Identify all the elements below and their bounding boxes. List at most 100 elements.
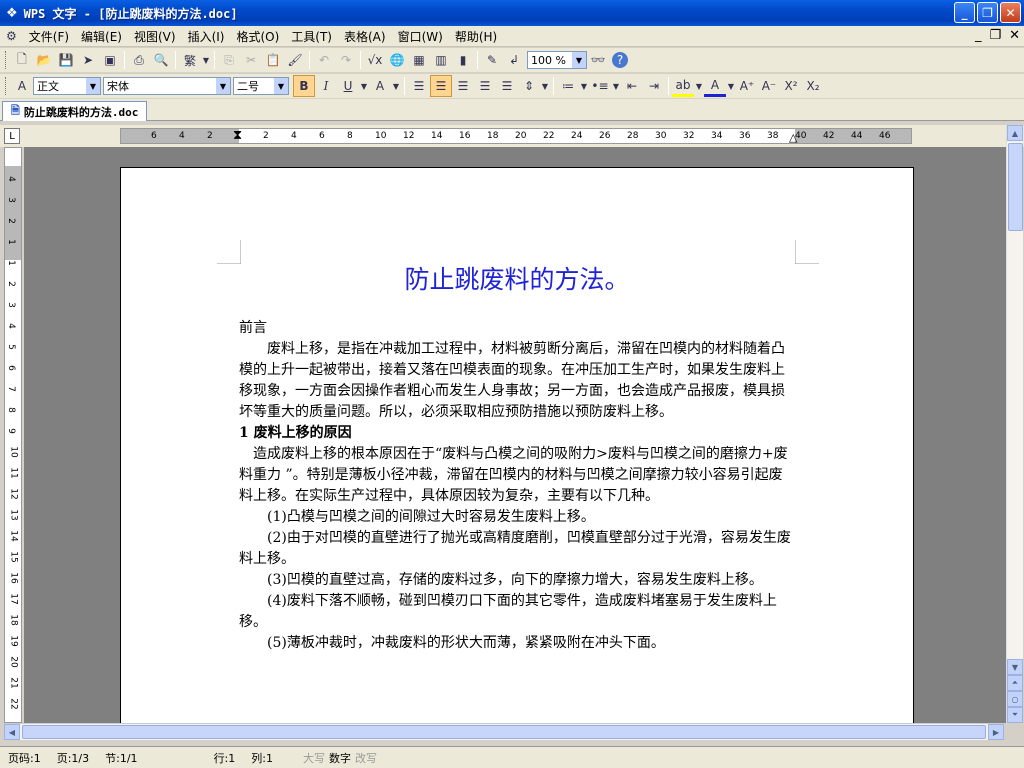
subscript-icon[interactable]: X₂ xyxy=(802,75,824,97)
chevron-down-icon[interactable]: ▼ xyxy=(726,75,736,97)
grow-font-icon[interactable]: A⁺ xyxy=(736,75,758,97)
chart-icon[interactable]: ▮ xyxy=(452,49,474,71)
drawing-icon[interactable]: ✎ xyxy=(481,49,503,71)
distributed-icon[interactable]: ☰ xyxy=(496,75,518,97)
underline-button[interactable]: U xyxy=(337,75,359,97)
chevron-down-icon[interactable]: ▼ xyxy=(201,49,211,71)
ruler-tick-label: 19 xyxy=(8,635,19,647)
chevron-down-icon[interactable]: ▼ xyxy=(540,75,550,97)
scroll-right-icon[interactable]: ▶ xyxy=(988,724,1004,740)
font-select[interactable]: 宋体 ▼ xyxy=(103,77,231,95)
chevron-down-icon[interactable]: ▼ xyxy=(611,75,621,97)
doc-menu-icon[interactable]: ⚙ xyxy=(0,29,23,43)
select-browse-object-icon[interactable]: ○ xyxy=(1007,691,1023,707)
section-paragraph: 造成废料上移的根本原因在于“废料与凸模之间的吸附力>废料与凹模之间的磨擦力+废料… xyxy=(239,446,788,504)
doc-close-button[interactable]: ✕ xyxy=(1009,28,1020,43)
align-left-icon[interactable]: ☰ xyxy=(408,75,430,97)
bold-button[interactable]: B xyxy=(293,75,315,97)
table-icon[interactable]: ▦ xyxy=(408,49,430,71)
bullets-icon[interactable]: •≡ xyxy=(589,75,611,97)
new-icon[interactable]: 🗋 xyxy=(11,49,33,71)
font-size-select[interactable]: 二号 ▼ xyxy=(233,77,289,95)
horizontal-scroll-thumb[interactable] xyxy=(22,725,986,739)
ruler-tick-label: 3 xyxy=(5,197,16,203)
scroll-left-icon[interactable]: ◀ xyxy=(4,724,20,740)
increase-indent-icon[interactable]: ⇥ xyxy=(643,75,665,97)
char-effects-icon[interactable]: A xyxy=(369,75,391,97)
highlight-icon[interactable]: ab xyxy=(672,75,694,97)
document-body[interactable]: 防止跳废料的方法。 前言 废料上移，是指在冲裁加工过程中，材料被剪断分离后，滞留… xyxy=(239,260,795,654)
font-color-icon[interactable]: A xyxy=(704,75,726,97)
menu-tools[interactable]: 工具(T) xyxy=(285,28,338,45)
find-icon[interactable]: 👓 xyxy=(587,49,609,71)
margin-mark-top-left xyxy=(217,240,241,264)
chevron-down-icon[interactable]: ▼ xyxy=(694,75,704,97)
zoom-select[interactable]: 100 % ▼ xyxy=(527,51,587,69)
copy-icon[interactable]: ⎘ xyxy=(218,49,240,71)
pdf-icon[interactable]: ▣ xyxy=(99,49,121,71)
align-center-icon[interactable]: ☰ xyxy=(430,75,452,97)
doc-restore-button[interactable]: ❐ xyxy=(989,28,1001,43)
numbering-icon[interactable]: ≔ xyxy=(557,75,579,97)
prev-page-icon[interactable]: ⏶ xyxy=(1007,675,1023,691)
save-icon[interactable]: 💾 xyxy=(55,49,77,71)
redo-icon[interactable]: ↷ xyxy=(335,49,357,71)
print-preview-icon[interactable]: 🔍 xyxy=(150,49,172,71)
horizontal-ruler[interactable]: 6 4 2 2 4 6 8 10 12 14 16 18 20 22 24 26 28 30 32 34 36 38 40 4… xyxy=(120,128,912,144)
cut-icon[interactable]: ✂ xyxy=(240,49,262,71)
justify-icon[interactable]: ☰ xyxy=(474,75,496,97)
help-icon[interactable]: ? xyxy=(612,52,628,68)
align-right-icon[interactable]: ☰ xyxy=(452,75,474,97)
menu-insert[interactable]: 插入(I) xyxy=(182,28,231,45)
menu-window[interactable]: 窗口(W) xyxy=(392,28,449,45)
menu-format[interactable]: 格式(O) xyxy=(230,28,285,45)
formatting-toolbar: A 正文 ▼ 宋体 ▼ 二号 ▼ B I U ▼ A ▼ ☰ ☰ ☰ ☰ ☰ ⇕… xyxy=(0,74,1024,99)
preface-paragraph: 废料上移，是指在冲裁加工过程中，材料被剪断分离后，滞留在凹模内的材料随着凸模的上… xyxy=(239,341,785,420)
chevron-down-icon[interactable]: ▼ xyxy=(391,75,401,97)
ruler-tick-label: 15 xyxy=(8,551,19,563)
document-tab[interactable]: 🗎 防止跳废料的方法.doc xyxy=(2,101,148,121)
chevron-down-icon[interactable]: ▼ xyxy=(359,75,369,97)
vertical-scroll-thumb[interactable] xyxy=(1008,143,1023,231)
scroll-up-icon[interactable]: ▲ xyxy=(1007,125,1023,141)
tab-stop-selector[interactable]: L xyxy=(4,128,20,144)
document-page[interactable]: 防止跳废料的方法。 前言 废料上移，是指在冲裁加工过程中，材料被剪断分离后，滞留… xyxy=(120,167,914,723)
menu-help[interactable]: 帮助(H) xyxy=(449,28,503,45)
menu-file[interactable]: 文件(F) xyxy=(23,28,75,45)
columns-icon[interactable]: ▥ xyxy=(430,49,452,71)
scroll-down-icon[interactable]: ▼ xyxy=(1007,659,1023,675)
close-button[interactable]: ✕ xyxy=(1000,2,1021,23)
undo-icon[interactable]: ↶ xyxy=(313,49,335,71)
style-select[interactable]: 正文 ▼ xyxy=(33,77,101,95)
menu-view[interactable]: 视图(V) xyxy=(128,28,182,45)
next-page-icon[interactable]: ⏷ xyxy=(1007,707,1023,723)
paste-icon[interactable]: 📋 xyxy=(262,49,284,71)
menu-table[interactable]: 表格(A) xyxy=(338,28,392,45)
menu-edit[interactable]: 编辑(E) xyxy=(75,28,128,45)
hyperlink-icon[interactable]: 🌐 xyxy=(386,49,408,71)
vertical-ruler[interactable]: 4 3 2 1 1 2 3 4 5 6 7 8 9 10 11 12 13 14 15 16 17 18 19 20 21 22 xyxy=(4,147,22,723)
superscript-icon[interactable]: X² xyxy=(780,75,802,97)
indent-marker-icon[interactable]: ⧗ xyxy=(233,128,242,143)
styles-icon[interactable]: A xyxy=(11,75,33,97)
show-marks-icon[interactable]: ↲ xyxy=(503,49,525,71)
send-icon[interactable]: ➤ xyxy=(77,49,99,71)
chevron-down-icon[interactable]: ▼ xyxy=(579,75,589,97)
traditional-chinese-icon[interactable]: 繁 xyxy=(179,49,201,71)
doc-minimize-button[interactable]: _ xyxy=(975,28,982,43)
restore-button[interactable]: ❐ xyxy=(977,2,998,23)
print-icon[interactable]: ⎙ xyxy=(128,49,150,71)
right-indent-marker-icon[interactable]: △ xyxy=(789,131,797,144)
decrease-indent-icon[interactable]: ⇤ xyxy=(621,75,643,97)
ruler-tick-label: 1 xyxy=(5,239,16,245)
ruler-tick-label: 2 xyxy=(5,281,16,287)
vertical-scrollbar[interactable]: ▲ ▼ ⏶ ○ ⏷ xyxy=(1006,125,1023,723)
minimize-button[interactable]: _ xyxy=(954,2,975,23)
horizontal-scrollbar[interactable]: ◀ ▶ xyxy=(4,723,1004,740)
format-painter-icon[interactable]: 🖌 xyxy=(284,49,306,71)
formula-icon[interactable]: √x xyxy=(364,49,386,71)
shrink-font-icon[interactable]: A⁻ xyxy=(758,75,780,97)
open-icon[interactable]: 📂 xyxy=(33,49,55,71)
line-spacing-icon[interactable]: ⇕ xyxy=(518,75,540,97)
italic-button[interactable]: I xyxy=(315,75,337,97)
